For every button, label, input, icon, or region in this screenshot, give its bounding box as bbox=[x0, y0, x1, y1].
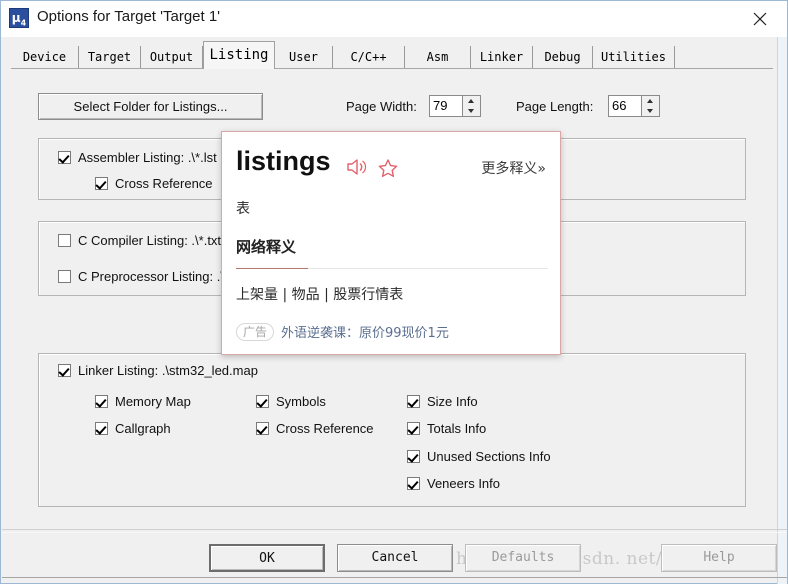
checkbox-box bbox=[407, 422, 420, 435]
checkbox-box bbox=[407, 477, 420, 490]
keil-uvision4-icon: μ4 bbox=[9, 8, 29, 28]
popup-divider bbox=[236, 268, 548, 269]
speaker-icon[interactable] bbox=[346, 158, 368, 176]
checkbox-label: Callgraph bbox=[115, 421, 171, 436]
window-title: Options for Target 'Target 1' bbox=[37, 8, 221, 25]
popup-word: listings bbox=[236, 146, 331, 176]
cancel-button[interactable]: Cancel bbox=[337, 544, 453, 572]
popup-network-terms[interactable]: 上架量 | 物品 | 股票行情表 bbox=[236, 284, 403, 304]
checkbox-label: Totals Info bbox=[427, 421, 487, 436]
chevron-down-icon bbox=[468, 109, 474, 113]
checkbox-box bbox=[95, 395, 108, 408]
checkbox-label: Cross Reference bbox=[115, 176, 213, 191]
speaker-icon-glyph bbox=[347, 159, 367, 175]
page-width-stepper[interactable]: 79 bbox=[429, 95, 481, 117]
ad-badge: 广告 bbox=[236, 322, 275, 341]
checkbox-label: Unused Sections Info bbox=[427, 449, 551, 464]
footer-separator-top bbox=[2, 529, 787, 530]
checkbox-box bbox=[58, 151, 71, 164]
tab-output[interactable]: Output bbox=[141, 46, 203, 69]
popup-section-title: 网络释义 bbox=[236, 238, 297, 256]
screenshot-root: μ4 Options for Target 'Target 1' Device … bbox=[0, 0, 788, 584]
page-width-input[interactable]: 79 bbox=[429, 95, 463, 117]
checkbox-label: C Compiler Listing: .\*.txt bbox=[78, 233, 222, 248]
right-edge-strip bbox=[777, 37, 787, 584]
more-definitions-link[interactable]: 更多释义» bbox=[481, 158, 546, 178]
close-button[interactable] bbox=[737, 3, 783, 33]
help-button[interactable]: Help bbox=[661, 544, 777, 572]
tab-listing[interactable]: Listing bbox=[203, 41, 275, 69]
page-width-spin-up[interactable] bbox=[463, 96, 479, 106]
ok-button[interactable]: OK bbox=[209, 544, 325, 572]
checkbox-box bbox=[407, 395, 420, 408]
checkbox-label: Cross Reference bbox=[276, 421, 374, 436]
tab-device[interactable]: Device bbox=[11, 46, 79, 69]
icon-mu-glyph: μ bbox=[11, 11, 21, 25]
checkbox-box bbox=[58, 270, 71, 283]
footer-separator-bottom bbox=[2, 577, 787, 578]
page-length-input[interactable]: 66 bbox=[608, 95, 642, 117]
select-folder-for-listings-button[interactable]: Select Folder for Listings... bbox=[38, 93, 263, 120]
chevron-down-icon bbox=[647, 109, 653, 113]
tab-linker[interactable]: Linker bbox=[471, 46, 533, 69]
star-icon-glyph bbox=[378, 159, 398, 177]
tab-c-cpp[interactable]: C/C++ bbox=[333, 46, 405, 69]
close-icon bbox=[753, 12, 767, 26]
page-length-label: Page Length: bbox=[516, 99, 594, 114]
chevron-up-icon bbox=[468, 99, 474, 103]
tab-debug[interactable]: Debug bbox=[533, 46, 593, 69]
dictionary-popup: listings 更多释义» 表 网络释义 上架量 | 物品 | 股票行情表 广… bbox=[221, 131, 561, 355]
tab-utilities[interactable]: Utilities bbox=[593, 46, 675, 69]
star-icon[interactable] bbox=[377, 158, 399, 178]
defaults-button[interactable]: Defaults bbox=[465, 544, 581, 572]
tab-asm[interactable]: Asm bbox=[405, 46, 471, 69]
page-length-spin-buttons[interactable] bbox=[642, 95, 660, 117]
options-dialog: μ4 Options for Target 'Target 1' Device … bbox=[0, 0, 788, 584]
checkbox-label: Size Info bbox=[427, 394, 478, 409]
tab-target[interactable]: Target bbox=[79, 46, 141, 69]
checkbox-label: C Preprocessor Listing: .\*.i bbox=[78, 269, 236, 284]
popup-definition: 表 bbox=[236, 201, 250, 217]
page-length-spin-up[interactable] bbox=[642, 96, 658, 106]
checkbox-label: Veneers Info bbox=[427, 476, 500, 491]
tab-user[interactable]: User bbox=[275, 46, 333, 69]
page-width-label: Page Width: bbox=[346, 99, 417, 114]
page-width-spin-down[interactable] bbox=[463, 106, 479, 116]
page-width-spin-buttons[interactable] bbox=[463, 95, 481, 117]
ad-text[interactable]: 外语逆袭课：原价99现价1元 bbox=[281, 322, 449, 341]
checkbox-label: Assembler Listing: .\*.lst bbox=[78, 150, 217, 165]
checkbox-box bbox=[256, 422, 269, 435]
page-length-spin-down[interactable] bbox=[642, 106, 658, 116]
checkbox-box bbox=[58, 364, 71, 377]
checkbox-box bbox=[95, 177, 108, 190]
checkbox-label: Symbols bbox=[276, 394, 326, 409]
chevron-up-icon bbox=[647, 99, 653, 103]
checkbox-box bbox=[407, 450, 420, 463]
title-bar: μ4 Options for Target 'Target 1' bbox=[1, 1, 787, 37]
checkbox-box bbox=[256, 395, 269, 408]
icon-version-glyph: 4 bbox=[20, 18, 27, 28]
checkbox-box bbox=[58, 234, 71, 247]
checkbox-label: Memory Map bbox=[115, 394, 191, 409]
popup-ad-row[interactable]: 广告 外语逆袭课：原价99现价1元 bbox=[236, 322, 449, 341]
checkbox-label: Linker Listing: .\stm32_led.map bbox=[78, 363, 258, 378]
checkbox-box bbox=[95, 422, 108, 435]
page-length-stepper[interactable]: 66 bbox=[608, 95, 660, 117]
tab-bar: Device Target Output Listing User C/C++ … bbox=[11, 41, 773, 69]
footer-separator-highlight bbox=[2, 532, 787, 533]
